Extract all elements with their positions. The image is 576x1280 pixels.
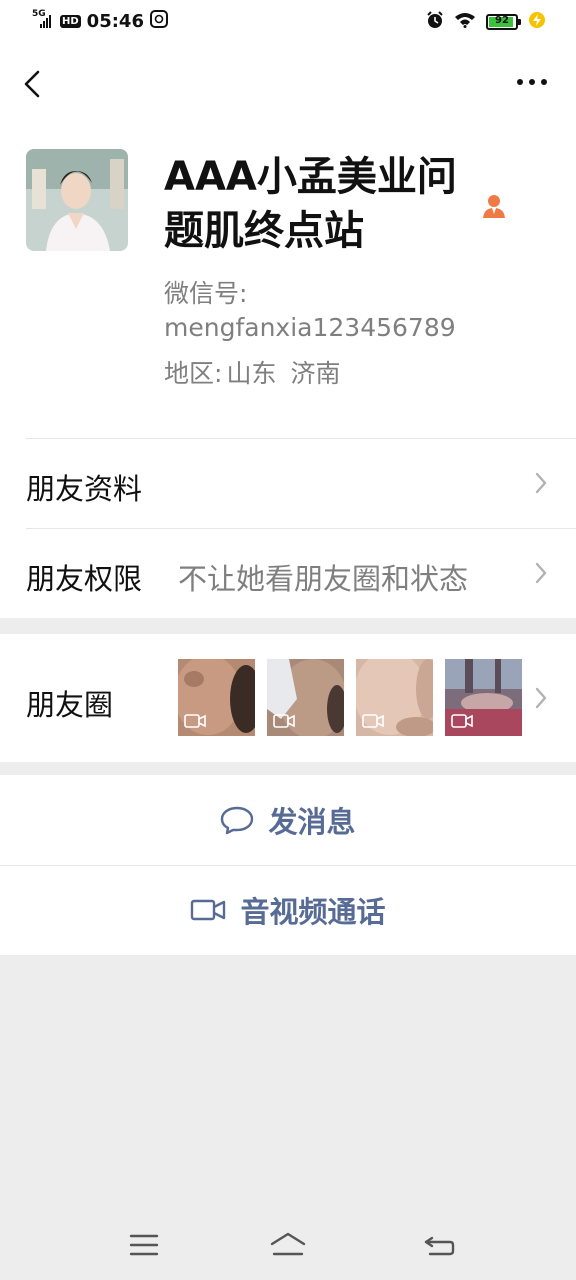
moments-row[interactable]: 朋友圈 [0,634,576,762]
video-icon [184,714,206,728]
system-nav-bar [0,1212,576,1280]
moment-thumbnail[interactable] [445,659,522,736]
friend-permissions-value: 不让她看朋友圈和状态 [178,562,469,596]
back-nav-button[interactable] [420,1230,460,1260]
send-message-label: 发消息 [268,805,356,839]
region-label: 地区: [164,359,223,388]
avatar[interactable] [26,149,128,251]
moment-thumbnail[interactable] [267,659,344,736]
friend-permissions-row[interactable]: 朋友权限 不让她看朋友圈和状态 [0,528,576,618]
more-horizontal-icon [517,79,547,85]
chat-bubble-icon [221,806,254,835]
wechat-id-value: mengfanxia123456789 [164,313,456,342]
home-nav-button[interactable] [268,1230,308,1260]
video-call-label: 音视频通话 [240,895,386,929]
friend-permissions-label: 朋友权限 [26,562,143,596]
hd-icon: HD [60,14,81,28]
send-message-button[interactable]: 发消息 [0,775,576,865]
video-icon [362,714,384,728]
region-province: 山东 [226,359,277,388]
alarm-icon [426,11,444,33]
friend-info-label: 朋友资料 [26,472,143,506]
menu-icon [129,1234,159,1256]
person-badge-icon[interactable] [480,192,508,220]
clock: 05:46 [86,10,144,32]
region-city: 济南 [290,359,341,388]
status-left: 5G HD 05:46 [32,9,168,32]
chevron-right-icon [535,472,547,494]
wechat-id-label: 微信号: [164,279,248,308]
signal-icon: 5G [32,9,54,30]
chevron-left-icon [24,70,40,98]
profile-card: AAA小孟美业问题肌终点站 微信号: mengfanxia123456789 地… [0,124,576,438]
back-button[interactable] [18,64,48,104]
divider [26,438,576,439]
contact-name: AAA小孟美业问题肌终点站 [164,154,457,254]
moments-thumbnails [178,659,522,736]
wifi-icon [454,12,476,32]
chevron-right-icon [535,687,547,709]
moment-thumbnail[interactable] [356,659,433,736]
top-bar [0,44,576,124]
status-right: 92 [426,11,546,33]
menu-nav-button[interactable] [124,1230,164,1260]
data-saver-icon [149,10,168,32]
charging-icon [528,11,546,33]
friend-info-row[interactable]: 朋友资料 [0,438,576,528]
divider [26,528,576,529]
battery-icon: 92 [486,14,521,30]
video-call-button[interactable]: 音视频通话 [0,865,576,955]
battery-level: 92 [495,15,509,26]
video-icon [273,714,295,728]
divider [0,865,576,866]
home-icon [270,1232,306,1256]
avatar-image [26,149,128,251]
chevron-right-icon [535,562,547,584]
moment-thumbnail[interactable] [178,659,255,736]
video-icon [451,714,473,728]
video-camera-icon [191,899,226,921]
return-icon [424,1236,455,1256]
region: 地区: 山东 济南 [164,354,340,390]
moments-label: 朋友圈 [26,688,114,722]
more-button[interactable] [514,70,550,94]
status-bar: 5G HD 05:46 92 [0,0,576,44]
